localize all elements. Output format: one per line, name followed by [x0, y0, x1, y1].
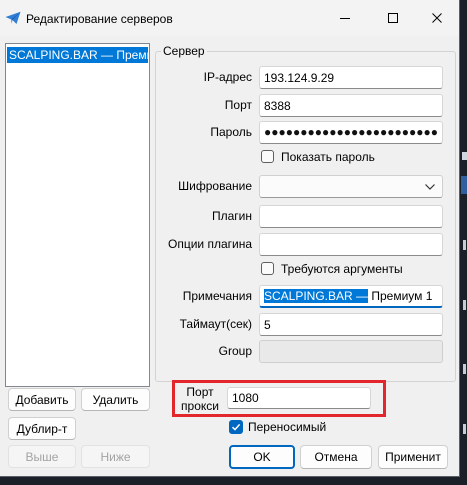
list-item-label: SCALPING.BAR — Преми [9, 48, 148, 62]
proxy-port-label-line2: прокси [181, 399, 219, 413]
portable-checkbox[interactable] [229, 420, 243, 434]
paper-plane-icon [5, 11, 21, 25]
close-button[interactable] [415, 0, 459, 36]
duplicate-button[interactable]: Дублир-т [8, 417, 76, 440]
remarks-rest-text: Премиум 1 [368, 289, 433, 303]
portable-label[interactable]: Переносимый [248, 420, 326, 434]
delete-button[interactable]: Удалить [81, 388, 150, 411]
background-window [461, 0, 467, 485]
title-bar[interactable]: Редактирование серверов [0, 0, 459, 36]
port-input[interactable] [259, 94, 443, 117]
move-down-button[interactable]: Ниже [81, 445, 150, 468]
password-input[interactable]: ●●●●●●●●●●●●●●●●●●●●●●●● [259, 121, 443, 144]
background-fragment [462, 152, 467, 160]
plugin-input[interactable] [259, 205, 443, 228]
remarks-selected-text: SCALPING.BAR — [264, 289, 369, 303]
background-fragment [463, 300, 466, 310]
timeout-input[interactable] [259, 313, 443, 336]
list-item[interactable]: SCALPING.BAR — Преми [7, 47, 148, 63]
background-fragment [463, 424, 466, 434]
encryption-label: Шифрование [178, 179, 252, 193]
window-title: Редактирование серверов [26, 12, 173, 26]
move-up-button[interactable]: Выше [8, 445, 76, 468]
plugin-options-label: Опции плагина [168, 237, 252, 251]
server-list[interactable]: SCALPING.BAR — Преми [5, 43, 150, 387]
requires-args-checkbox[interactable] [261, 262, 274, 275]
apply-button[interactable]: Применит [378, 445, 448, 469]
show-password-checkbox[interactable] [261, 150, 274, 163]
ip-address-input[interactable] [259, 66, 443, 89]
remarks-input[interactable]: SCALPING.BAR — Премиум 1 [259, 285, 443, 308]
proxy-port-label-line1: Порт [186, 385, 214, 399]
chevron-down-icon [405, 184, 435, 190]
proxy-port-label: Порт прокси [176, 385, 224, 413]
maximize-icon [388, 13, 398, 23]
cancel-button[interactable]: Отмена [300, 445, 372, 469]
edit-servers-dialog: Редактирование серверов SCALPING.BAR — П… [0, 0, 460, 477]
background-fragment [463, 364, 466, 374]
ip-address-label: IP-адрес [203, 70, 252, 84]
remarks-label: Примечания [182, 289, 252, 303]
maximize-button[interactable] [370, 0, 416, 36]
password-label: Пароль [210, 125, 252, 139]
proxy-port-input[interactable] [227, 387, 371, 409]
port-label: Порт [224, 98, 252, 112]
group-label: Group [218, 344, 252, 358]
add-button[interactable]: Добавить [8, 388, 76, 411]
ok-button[interactable]: OK [229, 445, 295, 469]
background-fragment [463, 240, 466, 250]
plugin-label: Плагин [211, 209, 252, 223]
minimize-icon [340, 13, 350, 23]
close-icon [432, 13, 442, 23]
encryption-dropdown[interactable]: aes-256-gcm [259, 175, 443, 198]
show-password-label[interactable]: Показать пароль [281, 150, 375, 164]
background-fragment [461, 176, 467, 194]
requires-args-label[interactable]: Требуются аргументы [281, 262, 403, 276]
plugin-options-input[interactable] [259, 233, 443, 256]
timeout-label: Таймаут(сек) [179, 317, 252, 331]
minimize-button[interactable] [322, 0, 368, 36]
group-input [259, 340, 443, 363]
server-groupbox-title: Сервер [161, 44, 207, 58]
